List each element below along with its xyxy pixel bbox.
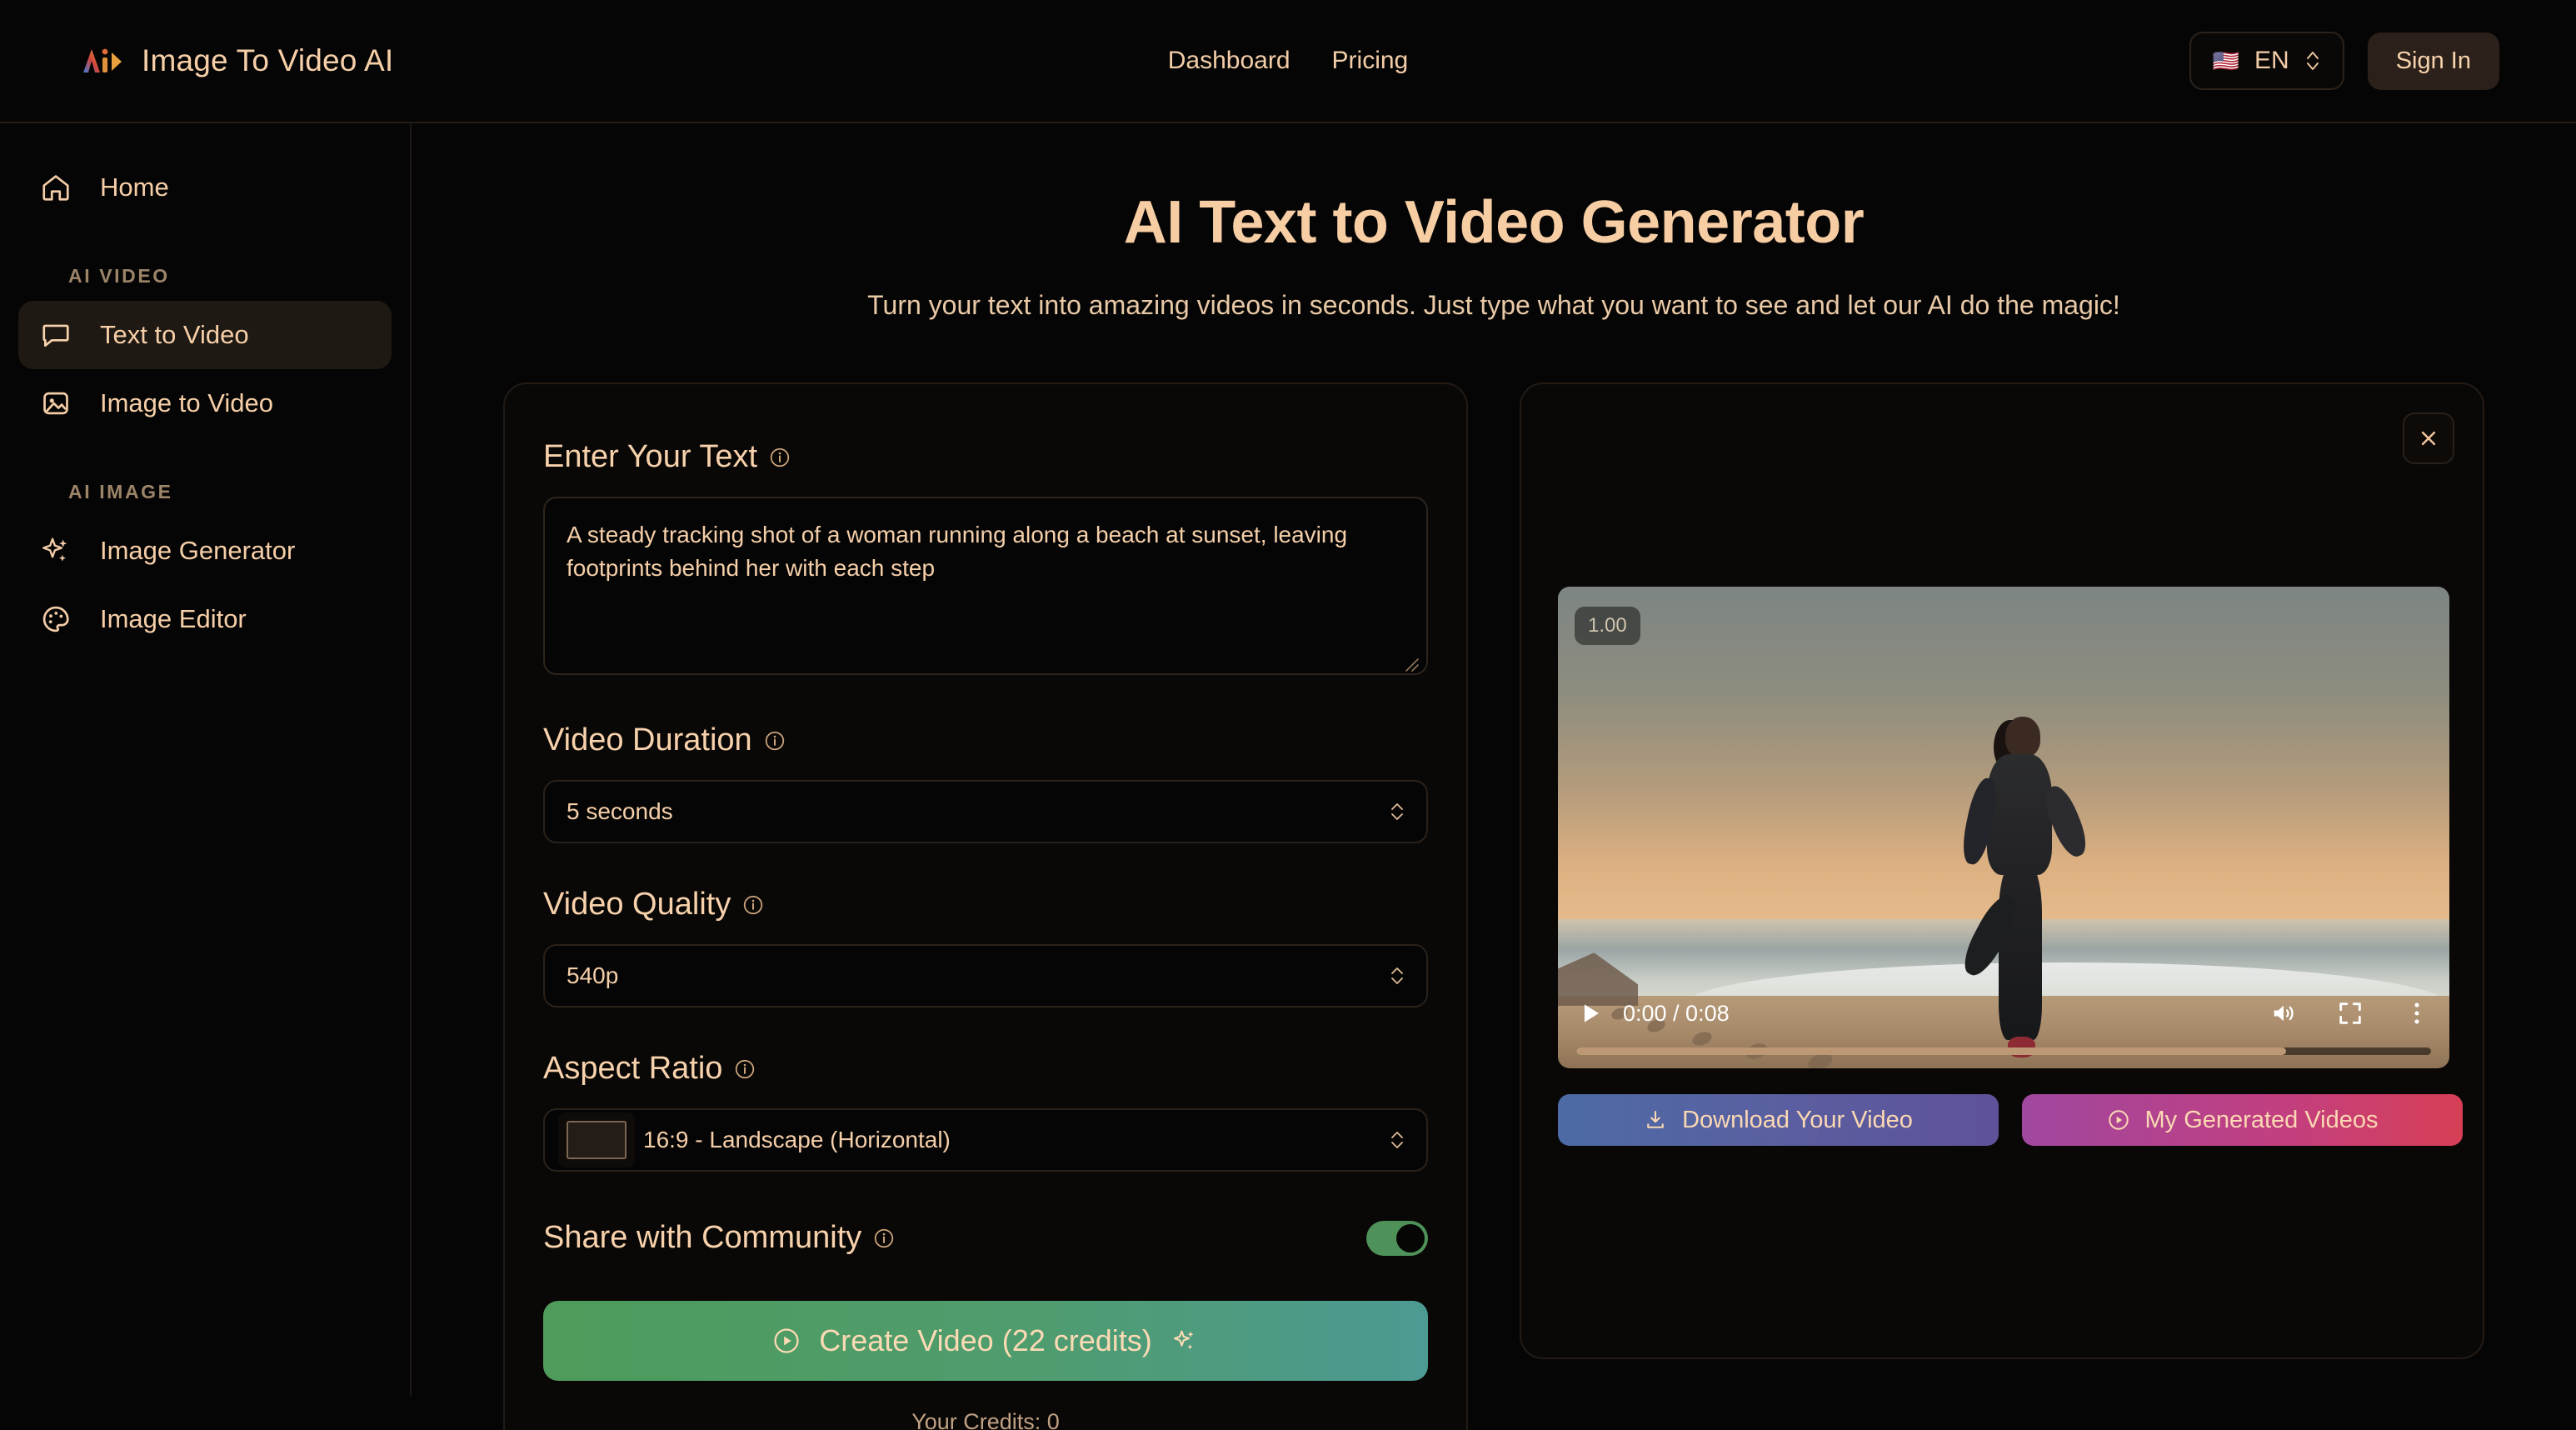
duration-select[interactable]: 5 seconds — [543, 780, 1428, 843]
play-icon[interactable] — [1576, 999, 1605, 1028]
video-time: 0:00 / 0:08 — [1623, 1001, 1730, 1027]
aspect-ratio-select[interactable]: 16:9 - Landscape (Horizontal) — [543, 1108, 1428, 1172]
aspect-ratio-label-row: Aspect Ratio — [543, 1051, 1428, 1087]
my-generated-videos-label: My Generated Videos — [2145, 1107, 2379, 1134]
sidebar-item-image-generator[interactable]: Image Generator — [18, 517, 392, 585]
app-root: Image To Video AI Dashboard Pricing 🇺🇸 E… — [0, 0, 2576, 1430]
top-nav: Dashboard Pricing — [1168, 47, 1408, 75]
info-icon[interactable] — [764, 730, 786, 752]
header-right: 🇺🇸 EN Sign In — [2189, 32, 2499, 90]
video-preview-card: 1.00 0:00 / 0:08 — [1520, 382, 2484, 1359]
quality-value: 540p — [567, 962, 618, 989]
main-content: AI Text to Video Generator Turn your tex… — [412, 123, 2576, 1430]
page-title: AI Text to Video Generator — [412, 188, 2576, 257]
quality-group: Video Quality 540p — [543, 887, 1428, 1008]
aspect-ratio-preview-swatch — [567, 1121, 627, 1159]
sidebar-item-text-to-video[interactable]: Text to Video — [18, 301, 392, 369]
duration-label: Video Duration — [543, 722, 752, 758]
panels: Enter Your Text Video Duration — [412, 382, 2576, 1430]
play-circle-icon — [2107, 1108, 2130, 1132]
aspect-ratio-group: Aspect Ratio 16:9 - Landscape (Horizonta… — [543, 1051, 1428, 1172]
sidebar-item-label: Image Editor — [100, 604, 247, 634]
prompt-label: Enter Your Text — [543, 439, 757, 475]
info-icon[interactable] — [742, 894, 764, 916]
download-video-button[interactable]: Download Your Video — [1558, 1094, 1999, 1146]
top-header: Image To Video AI Dashboard Pricing 🇺🇸 E… — [0, 0, 2576, 123]
page-subtitle: Turn your text into amazing videos in se… — [412, 290, 2576, 321]
sidebar-item-label: Text to Video — [100, 320, 249, 350]
video-controls-left: 0:00 / 0:08 — [1576, 999, 1730, 1028]
sparkles-icon — [40, 535, 72, 567]
chevron-up-down-icon — [1390, 964, 1405, 988]
video-player[interactable]: 1.00 0:00 / 0:08 — [1558, 587, 2449, 1068]
sign-in-button[interactable]: Sign In — [2368, 32, 2499, 90]
volume-icon[interactable] — [2269, 999, 2298, 1028]
download-icon — [1644, 1108, 1667, 1132]
credits-status: Your Credits: 0 — [543, 1409, 1428, 1430]
chevron-up-down-icon — [1390, 800, 1405, 823]
duration-value: 5 seconds — [567, 798, 673, 825]
sidebar-item-label: Home — [100, 172, 169, 202]
nav-link-pricing[interactable]: Pricing — [1332, 47, 1409, 75]
share-with-community-row: Share with Community — [543, 1220, 1428, 1256]
info-icon[interactable] — [769, 447, 791, 468]
runner-head — [2005, 717, 2040, 758]
sparkles-icon — [1171, 1327, 1199, 1355]
brand-name: Image To Video AI — [142, 43, 393, 78]
video-action-buttons: Download Your Video My Generated Videos — [1558, 1094, 2463, 1146]
share-label: Share with Community — [543, 1220, 861, 1256]
sidebar: Home AI VIDEO Text to Video Image to Vid… — [0, 123, 412, 1397]
language-selector[interactable]: 🇺🇸 EN — [2189, 32, 2344, 90]
quality-label-row: Video Quality — [543, 887, 1428, 922]
aspect-ratio-value: 16:9 - Landscape (Horizontal) — [643, 1127, 951, 1153]
sidebar-section-ai-image: AI IMAGE — [68, 481, 410, 503]
generation-form-card: Enter Your Text Video Duration — [503, 382, 1468, 1430]
us-flag-icon: 🇺🇸 — [2213, 50, 2239, 72]
close-preview-button[interactable] — [2403, 412, 2454, 464]
sidebar-item-image-editor[interactable]: Image Editor — [18, 585, 392, 653]
video-progress-fill — [1576, 1048, 2286, 1055]
sidebar-item-label: Image to Video — [100, 388, 273, 418]
chat-bubble-icon — [40, 319, 72, 351]
aspect-ratio-label: Aspect Ratio — [543, 1051, 722, 1087]
palette-icon — [40, 603, 72, 635]
home-icon — [40, 172, 72, 203]
duration-label-row: Video Duration — [543, 722, 1428, 758]
my-generated-videos-button[interactable]: My Generated Videos — [2022, 1094, 2463, 1146]
playback-speed-badge[interactable]: 1.00 — [1575, 607, 1640, 645]
runner-torso — [1987, 754, 2052, 876]
sidebar-item-home[interactable]: Home — [18, 153, 392, 222]
sidebar-item-label: Image Generator — [100, 536, 295, 566]
download-video-label: Download Your Video — [1682, 1107, 1913, 1134]
create-video-button[interactable]: Create Video (22 credits) — [543, 1301, 1428, 1381]
language-label: EN — [2254, 47, 2289, 75]
quality-label: Video Quality — [543, 887, 731, 922]
more-vertical-icon[interactable] — [2403, 999, 2431, 1028]
chevron-up-down-icon — [1390, 1128, 1405, 1152]
video-controls: 0:00 / 0:08 — [1558, 990, 2449, 1037]
brand[interactable]: Image To Video AI — [80, 42, 393, 79]
close-icon — [2416, 426, 2441, 451]
quality-select[interactable]: 540p — [543, 944, 1428, 1008]
video-progress-bar[interactable] — [1576, 1048, 2431, 1055]
fullscreen-icon[interactable] — [2336, 999, 2364, 1028]
create-video-label: Create Video (22 credits) — [819, 1323, 1152, 1358]
video-controls-right — [2269, 999, 2431, 1028]
image-icon — [40, 388, 72, 419]
prompt-textarea[interactable] — [543, 497, 1428, 675]
share-toggle[interactable] — [1366, 1221, 1428, 1256]
duration-group: Video Duration 5 seconds — [543, 722, 1428, 843]
info-icon[interactable] — [734, 1058, 756, 1080]
toggle-knob — [1396, 1224, 1425, 1252]
ai-play-logo-icon — [80, 42, 123, 79]
sidebar-section-ai-video: AI VIDEO — [68, 265, 410, 288]
nav-link-dashboard[interactable]: Dashboard — [1168, 47, 1290, 75]
sidebar-item-image-to-video[interactable]: Image to Video — [18, 369, 392, 438]
prompt-label-row: Enter Your Text — [543, 439, 1428, 475]
play-circle-icon — [772, 1327, 801, 1355]
chevron-up-down-icon — [2304, 48, 2321, 73]
info-icon[interactable] — [873, 1228, 895, 1249]
prompt-textarea-wrapper — [543, 497, 1428, 679]
share-label-row: Share with Community — [543, 1220, 895, 1256]
